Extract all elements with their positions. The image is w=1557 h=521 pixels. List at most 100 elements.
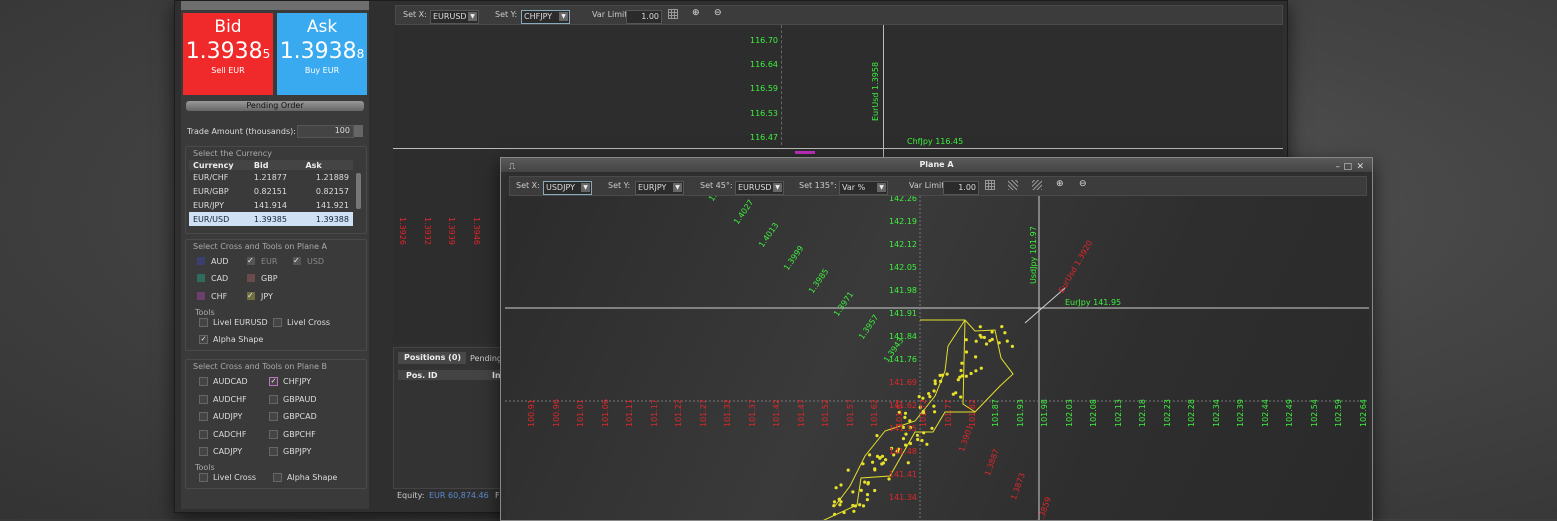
sell-label: Sell EUR <box>211 66 245 75</box>
scatter-point <box>927 392 931 396</box>
ask-button[interactable]: Ask 1.39388 Buy EUR <box>277 13 367 95</box>
cross-checkbox[interactable] <box>269 394 278 404</box>
x-tick-label: 101.11 <box>625 399 634 427</box>
scatter-point <box>974 355 978 359</box>
cross-checkbox[interactable] <box>269 412 278 421</box>
cross-checkbox[interactable] <box>269 429 278 439</box>
scatter-point <box>852 509 856 513</box>
tool-checkbox[interactable] <box>199 318 208 327</box>
zoom-in-icon[interactable]: ⊕ <box>692 8 700 18</box>
trade-amount-input[interactable]: 100 <box>297 125 354 138</box>
plane-a-titlebar[interactable]: ⎍ Plane A – □ ✕ <box>501 158 1372 172</box>
currency-label: CHF <box>211 292 228 301</box>
var-limit-input[interactable]: 1.00 <box>943 181 979 195</box>
tool-label: Alpha Shape <box>213 335 264 344</box>
tab-pending[interactable]: Pending <box>470 354 502 363</box>
anti-diagonal-grid-icon[interactable] <box>1032 180 1042 190</box>
zoom-out-icon[interactable]: ⊖ <box>714 8 722 18</box>
scatter-point <box>868 453 872 457</box>
x-tick-label: 101.22 <box>674 399 683 427</box>
col-currency: Currency <box>189 160 250 170</box>
var-limit-input[interactable]: 1.00 <box>626 10 662 24</box>
scatter-point <box>878 456 882 460</box>
cross-label: AUDJPY <box>213 412 243 421</box>
cross-checkbox[interactable] <box>199 394 208 404</box>
cell: EUR/CHF <box>193 172 229 182</box>
cross-checkbox[interactable] <box>199 412 208 421</box>
set-x-combo[interactable]: EURUSD ▼ <box>430 10 479 24</box>
cross-checkbox[interactable] <box>269 447 278 456</box>
equity-suffix: F <box>495 491 500 500</box>
tool-checkbox[interactable] <box>199 473 208 482</box>
cross-label: CHFJPY <box>283 377 312 386</box>
cross-label: AUDCHF <box>213 394 247 404</box>
table-scrollbar[interactable] <box>356 173 361 209</box>
table-row[interactable]: EUR/CHF 1.21877 1.21889 <box>189 170 353 184</box>
y-tick-label: 141.98 <box>889 286 917 295</box>
grid-icon[interactable] <box>985 180 995 190</box>
scatter-point <box>960 361 964 365</box>
zoom-out-icon[interactable]: ⊖ <box>1079 179 1087 189</box>
currency-table: Currency Bid Ask EUR/CHF 1.21877 1.21889 EUR… <box>189 160 353 226</box>
x-tick-label: 101.98 <box>1040 399 1049 427</box>
cross-label: CADCHF <box>213 429 247 439</box>
cursor-eurjpy-label: EurJpy 141.95 <box>1065 298 1122 307</box>
cross-checkbox[interactable] <box>199 447 208 456</box>
maximize-icon[interactable]: □ <box>1343 160 1352 174</box>
currency-swatch[interactable] <box>247 274 255 282</box>
currency-swatch[interactable]: ✓ <box>293 257 301 265</box>
trade-amount-label: Trade Amount (thousands): <box>187 127 296 136</box>
diagonal-grid-icon[interactable] <box>1008 180 1018 190</box>
currency-swatch[interactable] <box>197 257 205 265</box>
plane-a-title: Plane A <box>919 160 954 169</box>
set-y-combo[interactable]: CHFJPY ▼ <box>521 10 570 24</box>
scatter-point <box>853 504 857 508</box>
panel-header-strip <box>181 1 369 10</box>
minimize-icon[interactable]: – <box>1336 160 1341 174</box>
cross-checkbox[interactable] <box>199 377 208 386</box>
tool-checkbox[interactable]: ✓ <box>199 335 208 344</box>
x-tick-label: 102.13 <box>1113 399 1123 427</box>
marker <box>795 151 815 154</box>
x-tick-label: 101.42 <box>772 399 781 427</box>
cell: 0.82151 <box>253 186 287 196</box>
scatter-point <box>832 504 836 508</box>
plane-a-chart[interactable]: 142.26 142.19 142.12 142.05 141.98 141.91 141.… <box>505 196 1369 520</box>
x-tick-label: 101.01 <box>576 399 585 427</box>
trade-amount-stepper[interactable] <box>354 125 363 137</box>
close-icon[interactable]: ✕ <box>1356 160 1364 174</box>
plane-a-group-label: Select Cross and Tools on Plane A <box>193 242 328 251</box>
crosshair-horizontal <box>393 148 1283 149</box>
scatter-point <box>861 504 866 508</box>
currency-swatch[interactable] <box>197 274 205 282</box>
table-row[interactable]: EUR/JPY 141.914 141.921 <box>189 198 353 212</box>
table-row[interactable]: EUR/GBP 0.82151 0.82157 <box>189 184 353 198</box>
table-row[interactable]: EUR/USD 1.39385 1.39388 <box>189 212 353 226</box>
zoom-in-icon[interactable]: ⊕ <box>1056 179 1064 189</box>
currency-label: EUR <box>261 257 278 266</box>
tool-checkbox[interactable] <box>273 473 282 482</box>
tool-checkbox[interactable] <box>273 318 282 327</box>
scatter-point <box>984 342 989 346</box>
set-y-value: CHFJPY <box>524 12 553 21</box>
bid-button[interactable]: Bid 1.39385 Sell EUR <box>183 13 273 95</box>
tab-positions[interactable]: Positions (0) <box>398 352 466 364</box>
set-135-combo[interactable]: Var % ▼ <box>839 181 888 195</box>
bid-price: 1.3938 <box>185 39 263 64</box>
scatter-point <box>945 372 949 376</box>
pending-order-button[interactable]: Pending Order <box>186 101 364 111</box>
x-tick-label: 102.18 <box>1138 399 1147 427</box>
set-45-combo[interactable]: EURUSD ▼ <box>735 181 784 195</box>
cross-checkbox[interactable] <box>199 429 208 439</box>
x-tick-label: 102.03 <box>1064 399 1074 427</box>
set-y-combo[interactable]: EURJPY ▼ <box>635 181 684 195</box>
set-x-combo[interactable]: USDJPY ▼ <box>543 181 592 195</box>
set-135-label: Set 135°: <box>799 181 837 190</box>
grid-icon[interactable] <box>668 9 678 19</box>
currency-swatch[interactable]: ✓ <box>247 257 255 265</box>
currency-swatch[interactable] <box>197 292 205 300</box>
currency-swatch[interactable]: ✓ <box>247 292 255 300</box>
scatter-point <box>884 458 888 462</box>
x-tick-label: 101.67 <box>894 399 904 427</box>
cross-checkbox[interactable]: ✓ <box>269 377 278 386</box>
